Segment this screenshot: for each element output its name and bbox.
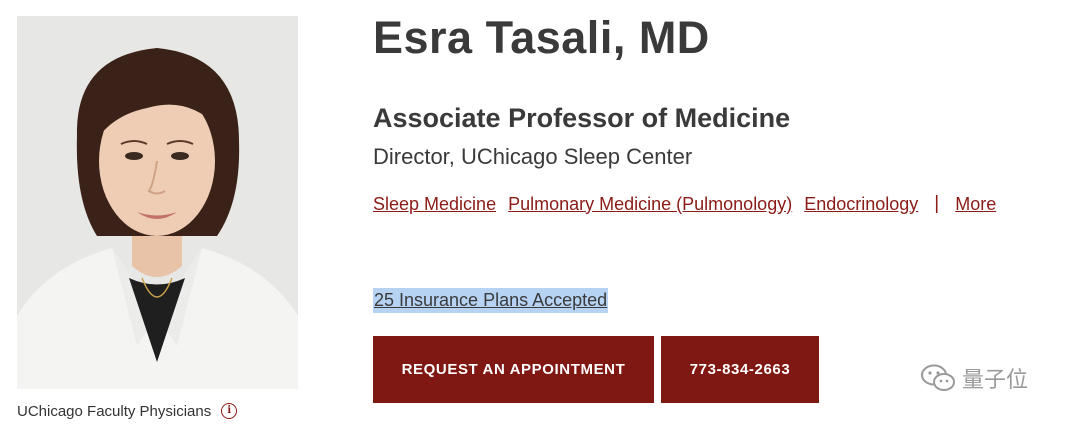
watermark-text: 量子位 [962, 367, 1029, 392]
insurance-plans-link[interactable]: 25 Insurance Plans Accepted [373, 288, 609, 313]
phone-number-button[interactable]: 773-834-2663 [661, 336, 819, 403]
watermark: 量子位 [920, 362, 1028, 394]
request-appointment-button[interactable]: REQUEST AN APPOINTMENT [373, 336, 654, 403]
specialty-link-sleep-medicine[interactable]: Sleep Medicine [373, 194, 496, 215]
physician-profile: UChicago Faculty Physicians i Esra Tasal… [0, 0, 1080, 426]
specialty-separator: | [934, 193, 940, 214]
affiliation-line: UChicago Faculty Physicians i [17, 402, 238, 420]
wechat-icon [920, 363, 956, 393]
specialty-link-endocrinology[interactable]: Endocrinology [804, 194, 918, 215]
doctor-subtitle: Director, UChicago Sleep Center [373, 144, 693, 169]
affiliation-label: UChicago Faculty Physicians [17, 402, 212, 420]
specialty-links: Sleep Medicine Pulmonary Medicine (Pulmo… [373, 193, 996, 215]
info-icon[interactable]: i [221, 403, 238, 419]
specialty-link-pulmonary-medicine[interactable]: Pulmonary Medicine (Pulmonology) [508, 194, 792, 215]
more-specialties-link[interactable]: More [955, 194, 996, 215]
doctor-photo [17, 16, 298, 389]
doctor-name: Esra Tasali, MD [373, 12, 710, 63]
doctor-title: Associate Professor of Medicine [373, 103, 791, 133]
